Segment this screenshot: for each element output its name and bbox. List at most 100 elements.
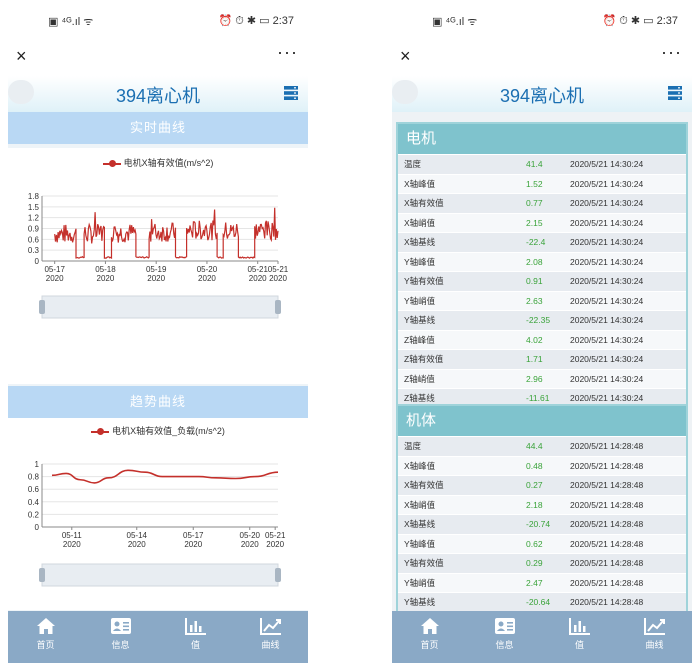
metric-time: 2020/5/21 14:30:24 <box>570 237 644 248</box>
trend-chart-card: 电机X轴有效值_负载(m/s^2) 1 0.8 0.6 0.4 0.2 0 05-11 202… <box>8 418 308 610</box>
metric-name: Y轴有效值 <box>404 276 444 287</box>
motor-table-body: 温度 41.4 2020/5/21 14:30:24 X轴峰值 1.52 2020/5/2… <box>398 154 686 408</box>
values-content: 电机 温度 41.4 2020/5/21 14:30:24 X轴峰值 1.52 2020/… <box>392 112 692 611</box>
tab-info[interactable]: 信息 <box>467 611 542 663</box>
table-row: Y轴峰值 2.08 2020/5/21 14:30:24 <box>398 251 686 271</box>
metric-time: 2020/5/21 14:28:48 <box>570 597 644 608</box>
alarm-icons: ⏰ ⏱ ✱ ▭ <box>602 15 654 27</box>
x-tick-label: 05-11 <box>62 531 82 540</box>
metric-value: -22.4 <box>526 237 546 248</box>
tab-values-label: 值 <box>574 640 584 650</box>
metric-name: X轴峭值 <box>404 217 436 228</box>
metric-name: 温度 <box>404 159 422 170</box>
table-row: X轴基线 -22.4 2020/5/21 14:30:24 <box>398 232 686 252</box>
server-menu-icon[interactable] <box>668 86 682 100</box>
tab-info[interactable]: 信息 <box>83 611 158 663</box>
metric-time: 2020/5/21 14:30:24 <box>570 276 644 287</box>
table-row: Y轴基线 -22.35 2020/5/21 14:30:24 <box>398 310 686 330</box>
close-icon[interactable]: × <box>400 46 411 67</box>
metric-value: -22.35 <box>526 315 551 326</box>
metric-time: 2020/5/21 14:30:24 <box>570 217 644 228</box>
metric-time: 2020/5/21 14:30:24 <box>570 393 644 404</box>
signal-icons: ▣ ⁴ᴳ.ıl ᯤ <box>48 16 94 28</box>
table-row: Y轴峭值 2.47 2020/5/21 14:28:48 <box>398 572 686 592</box>
more-icon[interactable]: ··· <box>661 42 682 63</box>
metric-value: 2.47 <box>526 577 543 588</box>
chart2-zoom-track <box>41 563 279 587</box>
webview-bar: × ··· <box>8 40 308 76</box>
motor-table-title: 电机 <box>398 124 686 154</box>
metric-name: X轴有效值 <box>404 198 444 209</box>
status-bar: ▣ ⁴ᴳ.ıl ᯤ ⏰ ⏱ ✱ ▭ 2:37 <box>392 0 692 40</box>
metric-name: X轴峭值 <box>404 499 436 510</box>
body-table: 机体 温度 44.4 2020/5/21 14:28:48 X轴峰值 0.48 2020/… <box>396 404 688 611</box>
metric-name: Z轴有效值 <box>404 354 444 365</box>
metric-name: X轴峰值 <box>404 460 436 471</box>
x-tick-label: 05-21 <box>247 265 268 274</box>
x-tick-year: 2020 <box>46 274 64 283</box>
table-row: X轴峰值 0.48 2020/5/21 14:28:48 <box>398 455 686 475</box>
metric-value: 1.71 <box>526 354 543 365</box>
metric-time: 2020/5/21 14:30:24 <box>570 334 644 345</box>
tab-info-label: 信息 <box>111 640 130 650</box>
x-tick-label: 05-14 <box>127 531 148 540</box>
trend-chart: 10.80.60.40.2005-11202005-14202005-17202… <box>28 460 286 587</box>
y-tick-label: 0.2 <box>28 510 40 519</box>
app-header: 394离心机 <box>392 76 692 112</box>
y-tick-label: 0.3 <box>28 246 40 255</box>
metric-name: Y轴峭值 <box>404 577 436 588</box>
tab-home-label: 首页 <box>36 640 55 650</box>
close-icon[interactable]: × <box>16 46 27 67</box>
metric-value: 0.27 <box>526 480 543 491</box>
tab-curves[interactable]: 曲线 <box>617 611 692 663</box>
metric-name: Z轴峰值 <box>404 334 435 345</box>
tab-curves[interactable]: 曲线 <box>233 611 308 663</box>
metric-time: 2020/5/21 14:30:24 <box>570 159 644 170</box>
table-row: Y轴有效值 0.91 2020/5/21 14:30:24 <box>398 271 686 291</box>
alarm-icons: ⏰ ⏱ ✱ ▭ <box>218 15 270 27</box>
table-row: X轴峰值 1.52 2020/5/21 14:30:24 <box>398 173 686 193</box>
page-title: 394离心机 <box>115 86 201 106</box>
bottom-tab-bar: 首页 信息 值 曲线 <box>8 611 308 663</box>
tab-home[interactable]: 首页 <box>8 611 83 663</box>
y-tick-label: 0 <box>35 257 40 266</box>
metric-time: 2020/5/21 14:30:24 <box>570 373 644 384</box>
metric-name: Y轴峰值 <box>404 538 436 549</box>
bar-chart-icon <box>184 618 206 635</box>
webview-bar: × ··· <box>392 40 692 76</box>
tab-curves-label: 曲线 <box>261 640 280 650</box>
app-header: 394离心机 <box>8 76 308 112</box>
more-icon[interactable]: ··· <box>277 42 298 63</box>
x-tick-year: 2020 <box>266 540 284 549</box>
trend-icon <box>259 618 281 635</box>
server-menu-icon[interactable] <box>284 86 298 100</box>
y-tick-label: 1.5 <box>28 203 40 212</box>
table-row: X轴基线 -20.74 2020/5/21 14:28:48 <box>398 514 686 534</box>
metric-name: Y轴有效值 <box>404 558 444 569</box>
status-right: ⏰ ⏱ ✱ ▭ 2:37 <box>602 14 678 28</box>
table-row: Z轴峭值 2.96 2020/5/21 14:30:24 <box>398 368 686 388</box>
tab-home[interactable]: 首页 <box>392 611 467 663</box>
x-tick-year: 2020 <box>198 274 216 283</box>
x-tick-year: 2020 <box>147 274 165 283</box>
chart1-zoom-track <box>41 295 279 319</box>
metric-time: 2020/5/21 14:30:24 <box>570 256 644 267</box>
status-bar: ▣ ⁴ᴳ.ıl ᯤ ⏰ ⏱ ✱ ▭ 2:37 <box>8 0 308 40</box>
metric-value: 4.02 <box>526 334 543 345</box>
y-tick-label: 0.6 <box>28 485 40 494</box>
tab-values[interactable]: 值 <box>158 611 233 663</box>
metric-value: 0.77 <box>526 198 543 209</box>
tab-values[interactable]: 值 <box>542 611 617 663</box>
metric-time: 2020/5/21 14:30:24 <box>570 178 644 189</box>
tab-values-label: 值 <box>190 640 200 650</box>
table-row: X轴峭值 2.18 2020/5/21 14:28:48 <box>398 494 686 514</box>
table-row: Z轴有效值 1.71 2020/5/21 14:30:24 <box>398 349 686 369</box>
metric-name: Z轴基线 <box>404 393 435 404</box>
tab-info-label: 信息 <box>495 640 514 650</box>
table-row: Y轴峰值 0.62 2020/5/21 14:28:48 <box>398 533 686 553</box>
metric-value: 0.48 <box>526 460 543 471</box>
metric-time: 2020/5/21 14:30:24 <box>570 198 644 209</box>
metric-value: 2.15 <box>526 217 543 228</box>
body-table-title: 机体 <box>398 406 686 436</box>
table-row: Y轴峭值 2.63 2020/5/21 14:30:24 <box>398 290 686 310</box>
